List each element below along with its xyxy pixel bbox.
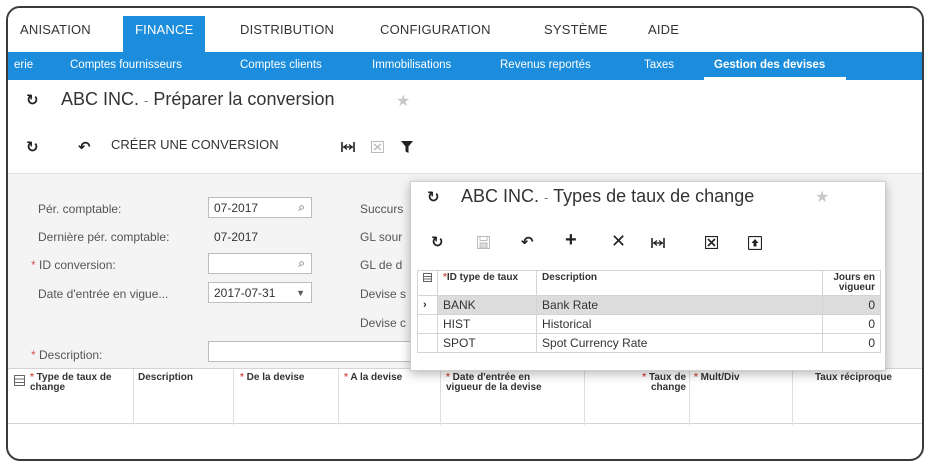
cell-id[interactable]: SPOT (436, 333, 538, 353)
derniere-per-label: Dernière pér. comptable: (38, 230, 170, 244)
description-label: * Description: (31, 348, 103, 362)
per-comptable-field[interactable]: 07-2017 ⌕ (208, 197, 312, 218)
gl-destination-label: GL de d (360, 258, 403, 272)
undo-icon[interactable]: ↶ (78, 139, 91, 157)
popup-refresh-icon[interactable]: ↻ (427, 188, 440, 206)
company-name[interactable]: ABC INC. (61, 89, 139, 109)
create-conversion-button[interactable]: CRÉER UNE CONVERSION (111, 137, 279, 152)
filter-icon[interactable] (401, 141, 413, 153)
refresh-icon[interactable]: ↻ (26, 139, 39, 157)
popup-title: ABC INC. - Types de taux de change (461, 186, 754, 207)
top-nav-organisation[interactable]: ANISATION (20, 22, 91, 37)
sub-nav-item-erie[interactable]: erie (14, 59, 33, 71)
popup-company-name[interactable]: ABC INC. (461, 186, 539, 206)
top-nav-distribution[interactable]: DISTRIBUTION (240, 22, 334, 37)
col-mult-div[interactable]: * Mult/Div (694, 373, 740, 383)
cell-days[interactable]: 0 (822, 314, 881, 334)
popup-refresh-button-icon[interactable]: ↻ (431, 234, 444, 252)
table-settings-icon[interactable] (423, 273, 432, 282)
rate-types-popup: ↻ ABC INC. - Types de taux de change ★ ↻… (410, 181, 886, 371)
sub-nav-item-taxes[interactable]: Taxes (644, 59, 674, 71)
export-excel-icon (371, 141, 384, 153)
id-conversion-label: * ID conversion: (31, 258, 116, 272)
table-row[interactable]: › BANK Bank Rate 0 (417, 295, 881, 315)
top-nav-finance[interactable]: FINANCE (123, 16, 206, 52)
delete-row-icon[interactable]: ✕ (611, 232, 626, 250)
favorite-star-icon[interactable]: ★ (396, 91, 410, 111)
screen-name: Préparer la conversion (153, 89, 335, 109)
sub-nav-item-comptes-clients[interactable]: Comptes clients (240, 59, 322, 71)
col-taux-reciproque[interactable]: Taux réciproque (798, 373, 892, 383)
table-row[interactable]: SPOT Spot Currency Rate 0 (417, 333, 881, 353)
date-entree-value: 2017-07-31 (214, 286, 276, 300)
popup-export-excel-icon[interactable] (705, 236, 718, 249)
col-a-la-devise[interactable]: * A la devise (344, 373, 402, 383)
sub-nav-item-gestion-des-devises[interactable]: Gestion des devises (714, 59, 825, 71)
sub-nav-item-immobilisations[interactable]: Immobilisations (372, 59, 451, 71)
grid-settings-icon[interactable] (14, 375, 25, 386)
succursale-label: Succurs (360, 202, 404, 216)
add-row-icon[interactable]: + (565, 230, 577, 250)
gl-source-label: GL sour (360, 230, 403, 244)
fit-to-screen-icon[interactable] (341, 141, 355, 153)
search-icon[interactable]: ⌕ (298, 200, 305, 215)
sub-nav-item-comptes-fournisseurs[interactable]: Comptes fournisseurs (70, 59, 182, 71)
cell-id[interactable]: HIST (436, 314, 538, 334)
top-nav-aide[interactable]: AIDE (648, 22, 679, 37)
page-title-bar: ↻ ABC INC. - Préparer la conversion ★ (8, 88, 922, 116)
popup-undo-icon[interactable]: ↶ (521, 234, 534, 252)
save-icon (477, 236, 490, 249)
derniere-per-value: 07-2017 (214, 230, 259, 244)
popup-title-separator: - (544, 190, 549, 205)
id-conversion-field[interactable]: ⌕ (208, 253, 312, 274)
upload-icon[interactable] (748, 236, 762, 250)
col-date-entree[interactable]: * Date d'entrée en vigueur de la devise (446, 373, 558, 393)
title-separator: - (144, 93, 149, 108)
col-popup-description[interactable]: Description (536, 270, 824, 296)
row-selector[interactable] (417, 314, 438, 334)
devise-source-label: Devise s (360, 287, 407, 301)
cell-days[interactable]: 0 (822, 333, 881, 353)
top-nav-configuration[interactable]: CONFIGURATION (380, 22, 491, 37)
col-taux-de-change[interactable]: * Taux de change (620, 373, 686, 393)
col-id-type-taux[interactable]: *ID type de taux (436, 270, 538, 296)
row-selector[interactable] (417, 333, 438, 353)
chevron-down-icon[interactable]: ▼ (296, 288, 305, 298)
per-comptable-label: Pér. comptable: (38, 202, 122, 216)
search-icon[interactable]: ⌕ (298, 256, 305, 271)
per-comptable-value: 07-2017 (214, 201, 259, 215)
col-type-taux[interactable]: * Type de taux de change (30, 373, 130, 393)
main-toolbar: ↻ ↶ CRÉER UNE CONVERSION (8, 134, 922, 162)
date-entree-field[interactable]: 2017-07-31 ▼ (208, 282, 312, 303)
date-entree-label: Date d'entrée en vigue... (38, 287, 169, 301)
sub-nav: erie Comptes fournisseurs Comptes client… (8, 52, 922, 80)
col-jours-en-vigueur[interactable]: Jours en vigueur (822, 270, 881, 296)
cell-description[interactable]: Historical (536, 314, 824, 334)
sub-nav-item-revenus-reportes[interactable]: Revenus reportés (500, 59, 591, 71)
active-tab-underline (704, 77, 846, 80)
cell-id[interactable]: BANK (436, 295, 538, 315)
cell-description[interactable]: Bank Rate (536, 295, 824, 315)
popup-screen-name: Types de taux de change (553, 186, 755, 206)
col-description[interactable]: Description (138, 373, 193, 383)
refresh-icon[interactable]: ↻ (26, 91, 39, 109)
description-field[interactable] (208, 341, 418, 362)
devise-cible-label: Devise c (360, 316, 407, 330)
row-selector-header[interactable] (417, 270, 438, 296)
col-de-la-devise[interactable]: * De la devise (240, 373, 304, 383)
cell-days[interactable]: 0 (822, 295, 881, 315)
table-row[interactable]: HIST Historical 0 (417, 314, 881, 334)
page-title: ABC INC. - Préparer la conversion (61, 89, 334, 110)
app-window: ANISATION FINANCE DISTRIBUTION CONFIGURA… (6, 6, 924, 461)
row-pointer-icon: › (417, 295, 438, 315)
cell-description[interactable]: Spot Currency Rate (536, 333, 824, 353)
conversion-grid-header: * Type de taux de change Description * D… (8, 368, 922, 425)
rate-types-table: *ID type de taux Description Jours en vi… (417, 270, 881, 353)
popup-fit-to-screen-icon[interactable] (651, 237, 665, 249)
top-nav: ANISATION FINANCE DISTRIBUTION CONFIGURA… (8, 8, 922, 52)
top-nav-systeme[interactable]: SYSTÈME (544, 22, 608, 37)
popup-favorite-star-icon[interactable]: ★ (815, 187, 829, 207)
table-header-row: *ID type de taux Description Jours en vi… (417, 270, 881, 296)
